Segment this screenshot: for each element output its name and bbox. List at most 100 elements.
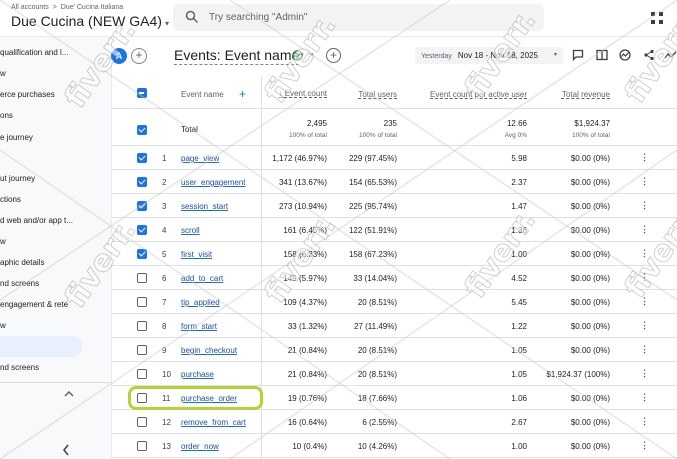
apps-grid-icon[interactable] <box>651 12 663 24</box>
check-circle-icon[interactable] <box>292 50 303 61</box>
sidebar-item[interactable]: ons <box>0 105 111 126</box>
table-row[interactable]: 4 scroll 161 (6.45%) 122 (51.91%) 1.36 $0.00 … <box>112 218 677 242</box>
select-all-checkbox[interactable] <box>137 88 147 98</box>
event-name-link[interactable]: purchase <box>181 370 214 379</box>
sidebar-item[interactable]: w <box>0 63 111 84</box>
more-vert-icon[interactable]: ⋮ <box>640 248 649 259</box>
page-title[interactable]: Events: Event name <box>174 47 300 65</box>
sidebar-item[interactable]: aphic details <box>0 252 111 273</box>
event-count-cell: 273 (10.94%) <box>278 202 327 211</box>
table-row[interactable]: 1 page_view 1,172 (46.97%) 229 (97.45%) 5.98… <box>112 146 677 170</box>
sidebar-item[interactable]: nd screens <box>0 357 111 378</box>
column-header-event-name[interactable]: Event name <box>181 90 224 99</box>
more-vert-icon[interactable]: ⋮ <box>640 392 649 403</box>
sidebar-item[interactable]: erce purchases <box>0 84 111 105</box>
row-checkbox[interactable] <box>137 321 147 331</box>
row-checkbox[interactable] <box>137 273 147 283</box>
table-row[interactable]: 9 begin_checkout 21 (0.84%) 20 (8.51%) 1.05 $… <box>112 338 677 362</box>
table-row[interactable]: 10 purchase 21 (0.84%) 20 (8.51%) 1.05 $1,924… <box>112 362 677 386</box>
sidebar-item-active[interactable] <box>0 336 82 357</box>
event-name-link[interactable]: begin_checkout <box>181 346 237 355</box>
event-name-link[interactable]: form_start <box>181 322 217 331</box>
total-row-checkbox[interactable] <box>137 125 147 135</box>
row-checkbox[interactable] <box>137 297 147 307</box>
event-name-link[interactable]: tip_applied <box>181 298 220 307</box>
add-comparison-button[interactable]: + <box>131 48 147 64</box>
sidebar-item[interactable]: d web and/or app t... <box>0 210 111 231</box>
sidebar-item[interactable]: w <box>0 315 111 336</box>
row-checkbox[interactable] <box>137 345 147 355</box>
sidebar-item[interactable]: w <box>0 231 111 252</box>
row-checkbox[interactable] <box>137 201 147 211</box>
compare-columns-icon[interactable] <box>596 49 608 61</box>
comment-icon[interactable] <box>572 49 584 61</box>
add-circle-icon[interactable]: + <box>326 48 341 63</box>
sidebar-item[interactable]: ut journey <box>0 168 111 189</box>
table-row[interactable]: 6 add_to_cart 149 (5.97%) 33 (14.04%) 4.52 $0… <box>112 266 677 290</box>
table-row[interactable]: 13 order_now 10 (0.4%) 10 (4.26%) 1.00 $0.00 … <box>112 434 677 458</box>
property-name[interactable]: Due Cucina (NEW GA4) <box>11 13 162 29</box>
table-row[interactable]: 8 form_start 33 (1.32%) 27 (11.49%) 1.22 $0.0… <box>112 314 677 338</box>
more-vert-icon[interactable]: ⋮ <box>640 176 649 187</box>
search-input[interactable]: Try searching "Admin" <box>209 12 307 23</box>
more-vert-icon[interactable]: ⋮ <box>640 416 649 427</box>
more-vert-icon[interactable]: ⋮ <box>640 344 649 355</box>
column-header-event-count[interactable]: ↓ Event count <box>252 89 327 98</box>
more-vert-icon[interactable]: ⋮ <box>640 368 649 379</box>
add-dimension-icon[interactable]: + <box>239 87 246 101</box>
chevron-up-icon[interactable] <box>64 390 74 398</box>
more-vert-icon[interactable]: ⋮ <box>640 200 649 211</box>
avatar[interactable]: A <box>111 48 127 64</box>
event-name-link[interactable]: add_to_cart <box>181 274 223 283</box>
sidebar-item[interactable]: e journey <box>0 127 111 148</box>
more-vert-icon[interactable]: ⋮ <box>640 320 649 331</box>
row-checkbox[interactable] <box>137 153 147 163</box>
table-row[interactable]: 3 session_start 273 (10.94%) 225 (95.74%) 1.… <box>112 194 677 218</box>
breadcrumb-parent[interactable]: All accounts <box>11 4 49 11</box>
row-checkbox[interactable] <box>137 441 147 451</box>
collapse-sidebar-icon[interactable] <box>62 444 70 456</box>
trend-icon[interactable] <box>664 49 677 61</box>
row-checkbox[interactable] <box>137 369 147 379</box>
total-users-cell: 158 (67.23%) <box>348 250 397 259</box>
event-name-link[interactable]: scroll <box>181 226 200 235</box>
search-icon[interactable] <box>185 10 199 24</box>
more-vert-icon[interactable]: ⋮ <box>640 152 649 163</box>
event-name-link[interactable]: first_visit <box>181 250 212 259</box>
row-checkbox[interactable] <box>137 225 147 235</box>
caret-down-icon[interactable]: ▾ <box>310 51 314 59</box>
more-vert-icon[interactable]: ⋮ <box>640 440 649 451</box>
event-name-link[interactable]: remove_from_cart <box>181 418 246 427</box>
row-checkbox[interactable] <box>137 177 147 187</box>
table-row[interactable]: 12 remove_from_cart 16 (0.64%) 6 (2.55%) 2.6… <box>112 410 677 434</box>
sidebar-item[interactable]: engagement & rete <box>0 294 111 315</box>
more-vert-icon[interactable]: ⋮ <box>640 296 649 307</box>
property-selector[interactable]: Due Cucina (NEW GA4) ▾ <box>11 13 169 29</box>
breadcrumb-child[interactable]: Due' Cucina Italiana <box>61 4 123 11</box>
sidebar-divider <box>0 382 111 383</box>
date-range-picker[interactable]: Yesterday Nov 18 - Nov 18, 2025 ▾ <box>415 47 563 64</box>
more-vert-icon[interactable]: ⋮ <box>640 272 649 283</box>
sidebar-item[interactable]: qualification and l... <box>0 42 111 63</box>
sidebar-item[interactable]: nd screens <box>0 273 111 294</box>
row-checkbox[interactable] <box>137 249 147 259</box>
event-name-link[interactable]: user_engagement <box>181 178 246 187</box>
share-icon[interactable] <box>643 49 655 61</box>
caret-down-icon[interactable]: ▾ <box>165 19 169 28</box>
row-checkbox[interactable] <box>137 417 147 427</box>
table-row[interactable]: 5 first_visit 158 (6.33%) 158 (67.23%) 1.00 $… <box>112 242 677 266</box>
breadcrumb[interactable]: All accounts > Due' Cucina Italiana <box>11 4 123 11</box>
insights-icon[interactable] <box>619 49 631 61</box>
event-name-link[interactable]: page_view <box>181 154 219 163</box>
table-row[interactable]: 2 user_engagement 341 (13.67%) 154 (65.53%)… <box>112 170 677 194</box>
column-header-event-count-per-user[interactable]: Event count per active user <box>402 90 527 99</box>
table-header-row: Event name + ↓ Event count Total users E… <box>112 76 677 109</box>
sidebar-item[interactable]: ctions <box>0 189 111 210</box>
column-header-total-revenue[interactable]: Total revenue <box>532 90 610 99</box>
search-box[interactable]: Try searching "Admin" <box>173 4 544 31</box>
table-row[interactable]: 7 tip_applied 109 (4.37%) 20 (8.51%) 5.45 $0.… <box>112 290 677 314</box>
column-header-total-users[interactable]: Total users <box>327 90 397 99</box>
event-name-link[interactable]: session_start <box>181 202 228 211</box>
event-name-link[interactable]: order_now <box>181 442 219 451</box>
more-vert-icon[interactable]: ⋮ <box>640 224 649 235</box>
